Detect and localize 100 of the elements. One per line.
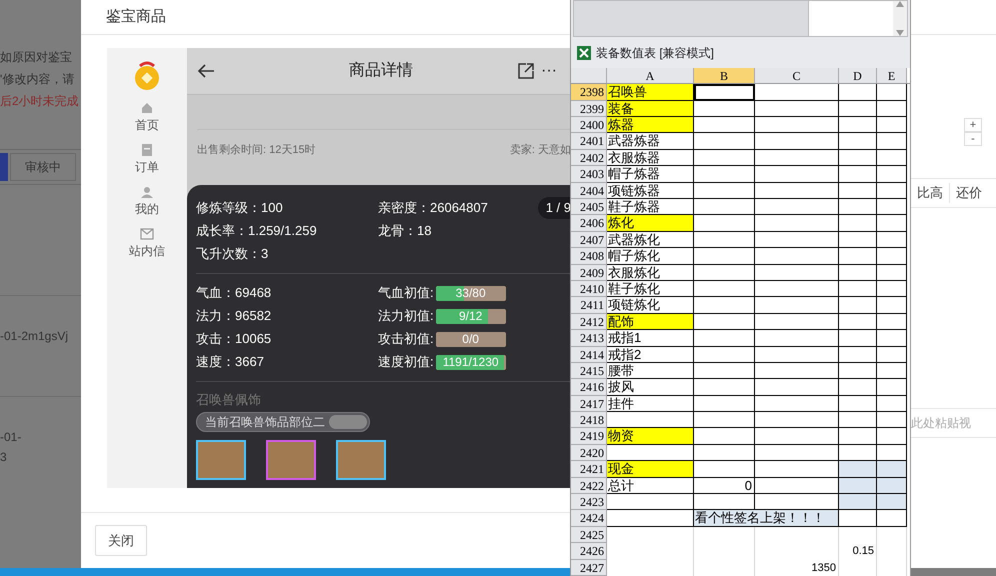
spreadsheet-cell[interactable]: [755, 379, 839, 396]
spreadsheet-cell[interactable]: 戒指2: [607, 346, 694, 363]
spreadsheet-cell[interactable]: [877, 412, 907, 428]
spreadsheet-cell[interactable]: [877, 396, 907, 412]
spreadsheet-cell[interactable]: [877, 150, 907, 166]
spreadsheet-cell[interactable]: [839, 199, 877, 216]
spreadsheet-cell[interactable]: [755, 264, 839, 281]
spreadsheet-cell[interactable]: 腰带: [607, 362, 694, 380]
spreadsheet-cell[interactable]: 帽子炼化: [607, 248, 694, 265]
nav-item[interactable]: 订单: [135, 144, 159, 176]
column-header[interactable]: C: [755, 68, 839, 84]
spreadsheet-cell[interactable]: [877, 100, 907, 118]
close-button[interactable]: 关闭: [95, 525, 147, 556]
spreadsheet-cell[interactable]: 召唤兽: [607, 84, 694, 101]
spreadsheet-cell[interactable]: [755, 494, 839, 510]
spreadsheet-cell[interactable]: [839, 379, 877, 396]
spreadsheet-cell[interactable]: [839, 280, 877, 298]
spreadsheet-cell[interactable]: [877, 199, 907, 216]
spreadsheet-cell[interactable]: [694, 248, 755, 265]
spreadsheet-cell[interactable]: [877, 280, 907, 298]
spreadsheet-cell[interactable]: [607, 412, 694, 428]
spreadsheet-cell[interactable]: [694, 379, 755, 396]
spreadsheet-cell[interactable]: [755, 280, 839, 298]
spreadsheet-cell[interactable]: 项链炼化: [607, 297, 694, 314]
spreadsheet-cell[interactable]: [877, 232, 907, 248]
spreadsheet-cell[interactable]: [694, 428, 755, 445]
spreadsheet-cell[interactable]: [694, 444, 755, 462]
spreadsheet-cell[interactable]: [755, 428, 839, 445]
spreadsheet-cell[interactable]: 总计: [607, 478, 694, 494]
spreadsheet-cell[interactable]: [607, 510, 694, 527]
spreadsheet-cell[interactable]: [755, 330, 839, 347]
spreadsheet-cell[interactable]: 武器炼器: [607, 133, 694, 150]
spreadsheet-cell[interactable]: 衣服炼器: [607, 150, 694, 166]
spreadsheet-cell[interactable]: [877, 248, 907, 265]
spreadsheet-cell[interactable]: [694, 199, 755, 216]
spreadsheet-cell[interactable]: [877, 461, 907, 478]
sort-tab[interactable]: 比高: [911, 183, 949, 203]
spreadsheet-cell[interactable]: [694, 215, 755, 232]
spreadsheet-cell[interactable]: [877, 346, 907, 363]
spreadsheet-cell[interactable]: [877, 330, 907, 347]
stepper-button[interactable]: +: [964, 118, 982, 132]
spreadsheet-cell[interactable]: 戒指1: [607, 330, 694, 347]
column-header[interactable]: D: [839, 68, 877, 84]
spreadsheet-cell[interactable]: [694, 133, 755, 150]
spreadsheet-cell[interactable]: 装备: [607, 100, 694, 118]
spreadsheet-cell[interactable]: 项链炼器: [607, 182, 694, 200]
spreadsheet-cell[interactable]: [755, 396, 839, 412]
spreadsheet-cell[interactable]: [877, 444, 907, 462]
stepper-button[interactable]: -: [964, 132, 982, 146]
spreadsheet-cell[interactable]: [839, 346, 877, 363]
spreadsheet-cell[interactable]: [755, 166, 839, 183]
spreadsheet-cell[interactable]: [839, 297, 877, 314]
spreadsheet-cell[interactable]: [694, 461, 755, 478]
spreadsheet-cell[interactable]: [694, 314, 755, 330]
spreadsheet-cell[interactable]: [755, 478, 839, 494]
spreadsheet-cell[interactable]: [694, 280, 755, 298]
spreadsheet-cell[interactable]: 帽子炼器: [607, 166, 694, 183]
spreadsheet-cell[interactable]: [839, 461, 877, 478]
spreadsheet-cell[interactable]: [755, 346, 839, 363]
column-header[interactable]: E: [877, 68, 907, 84]
spreadsheet-cell[interactable]: [694, 412, 755, 428]
spreadsheet-cell[interactable]: [607, 494, 694, 510]
nav-item[interactable]: 首页: [135, 102, 159, 134]
spreadsheet-cell[interactable]: [694, 100, 755, 118]
spreadsheet-cell[interactable]: [755, 215, 839, 232]
spreadsheet-cell[interactable]: [694, 494, 755, 510]
spreadsheet-cell[interactable]: [694, 297, 755, 314]
spreadsheet-cell[interactable]: [839, 510, 877, 527]
spreadsheet-cell[interactable]: [839, 182, 877, 200]
spreadsheet-cell[interactable]: [755, 461, 839, 478]
spreadsheet-cell[interactable]: [839, 117, 877, 134]
spreadsheet-cell[interactable]: 炼化: [607, 215, 694, 232]
nav-item[interactable]: 我的: [135, 186, 159, 218]
spreadsheet-cell[interactable]: [877, 133, 907, 150]
spreadsheet-cell[interactable]: 鞋子炼化: [607, 280, 694, 298]
spreadsheet-cell[interactable]: [755, 150, 839, 166]
spreadsheet-cell[interactable]: [839, 133, 877, 150]
spreadsheet-cell[interactable]: [839, 362, 877, 380]
spreadsheet-cell[interactable]: 现金: [607, 461, 694, 478]
spreadsheet-cell[interactable]: [694, 346, 755, 363]
sort-tab[interactable]: 还价: [949, 183, 988, 203]
spreadsheet-cell[interactable]: 看个性签名上架！！！: [694, 510, 839, 527]
spreadsheet-cell[interactable]: [694, 166, 755, 183]
spreadsheet-cell[interactable]: [694, 117, 755, 134]
spreadsheet-cell[interactable]: [755, 297, 839, 314]
spreadsheet-cell[interactable]: [877, 314, 907, 330]
spreadsheet-cell[interactable]: [839, 248, 877, 265]
spreadsheet-cell[interactable]: [839, 166, 877, 183]
spreadsheet-cell[interactable]: 0: [694, 478, 755, 494]
corner-cell[interactable]: [571, 68, 607, 84]
spreadsheet-cell[interactable]: [694, 330, 755, 347]
spreadsheet-cell[interactable]: [694, 84, 755, 101]
spreadsheet-cell[interactable]: [755, 314, 839, 330]
spreadsheet-cell[interactable]: 鞋子炼器: [607, 199, 694, 216]
spreadsheet-cell[interactable]: [694, 232, 755, 248]
spreadsheet-cell[interactable]: [694, 150, 755, 166]
spreadsheet-cell[interactable]: [839, 330, 877, 347]
spreadsheet-cell[interactable]: [877, 264, 907, 281]
spreadsheet-cell[interactable]: [755, 362, 839, 380]
spreadsheet-cell[interactable]: [755, 100, 839, 118]
